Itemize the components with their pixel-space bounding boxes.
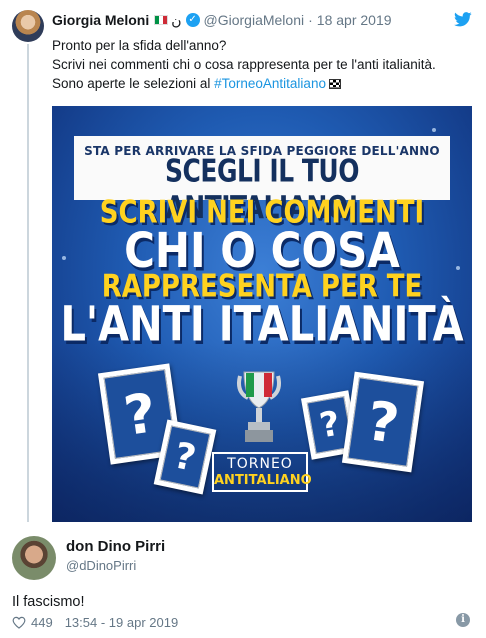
tweet-image[interactable]: STA PER ARRIVARE LA SFIDA PEGGIORE DELL'… [52,106,472,522]
name-glyph: ن [171,11,182,28]
mystery-photo-card: ? [341,371,425,473]
trophy-icon [237,371,281,442]
italy-flag-icon [154,15,169,25]
parent-tweet[interactable]: Giorgia Meloni ن ✓ @GiorgiaMeloni · 18 a… [0,0,486,522]
reply-author-name[interactable]: don Dino Pirri [66,538,165,555]
like-count[interactable]: 449 [31,615,53,630]
verified-badge-icon: ✓ [185,13,200,27]
author-handle[interactable]: @GiorgiaMeloni [204,12,305,28]
separator-dot: · [308,12,313,28]
tweet-line-3: Sono aperte le selezioni al #TorneoAntit… [52,74,472,93]
stadium-light [432,128,436,132]
tweet-date[interactable]: 18 apr 2019 [317,12,392,28]
tweet-header: Giorgia Meloni ن ✓ @GiorgiaMeloni · 18 a… [52,11,474,29]
reply-footer: 449 13:54 - 19 apr 2019 [12,613,474,631]
torneo-logo-bottom: ANTITALIANO [214,473,312,488]
author-name[interactable]: Giorgia Meloni [52,12,149,28]
chequered-flag-icon [328,79,341,89]
torneo-logo-top: TORNEO [227,456,293,472]
poster-line-4: L'ANTI ITALIANITÀ [60,297,464,353]
reply-text: Il fascismo! [12,594,85,610]
question-mark: ? [159,425,211,489]
avatar[interactable] [12,536,56,580]
poster-banner: STA PER ARRIVARE LA SFIDA PEGGIORE DELL'… [74,136,450,225]
reply-timestamp[interactable]: 13:54 - 19 apr 2019 [65,615,178,630]
question-mark: ? [347,377,419,467]
thread-connector-line [27,44,29,522]
tweet-line-2: Scrivi nei commenti chi o cosa rappresen… [52,57,436,72]
torneo-logo: TORNEO ANTITALIANO [212,452,312,492]
reply-tweet[interactable]: don Dino Pirri @dDinoPirri Il fascismo! … [0,522,486,638]
avatar[interactable] [12,10,44,42]
tweet-text: Pronto per la sfida dell'anno? Scrivi ne… [52,36,472,93]
hashtag-link[interactable]: #TorneoAntitaliano [214,76,326,91]
twitter-bird-icon[interactable] [454,12,472,27]
info-icon[interactable]: i [456,613,470,627]
tweet-line-1: Pronto per la sfida dell'anno? [52,38,227,53]
heart-icon[interactable] [12,616,26,629]
tweet-line-3-text: Sono aperte le selezioni al [52,76,211,91]
reply-author-handle[interactable]: @dDinoPirri [66,558,136,573]
